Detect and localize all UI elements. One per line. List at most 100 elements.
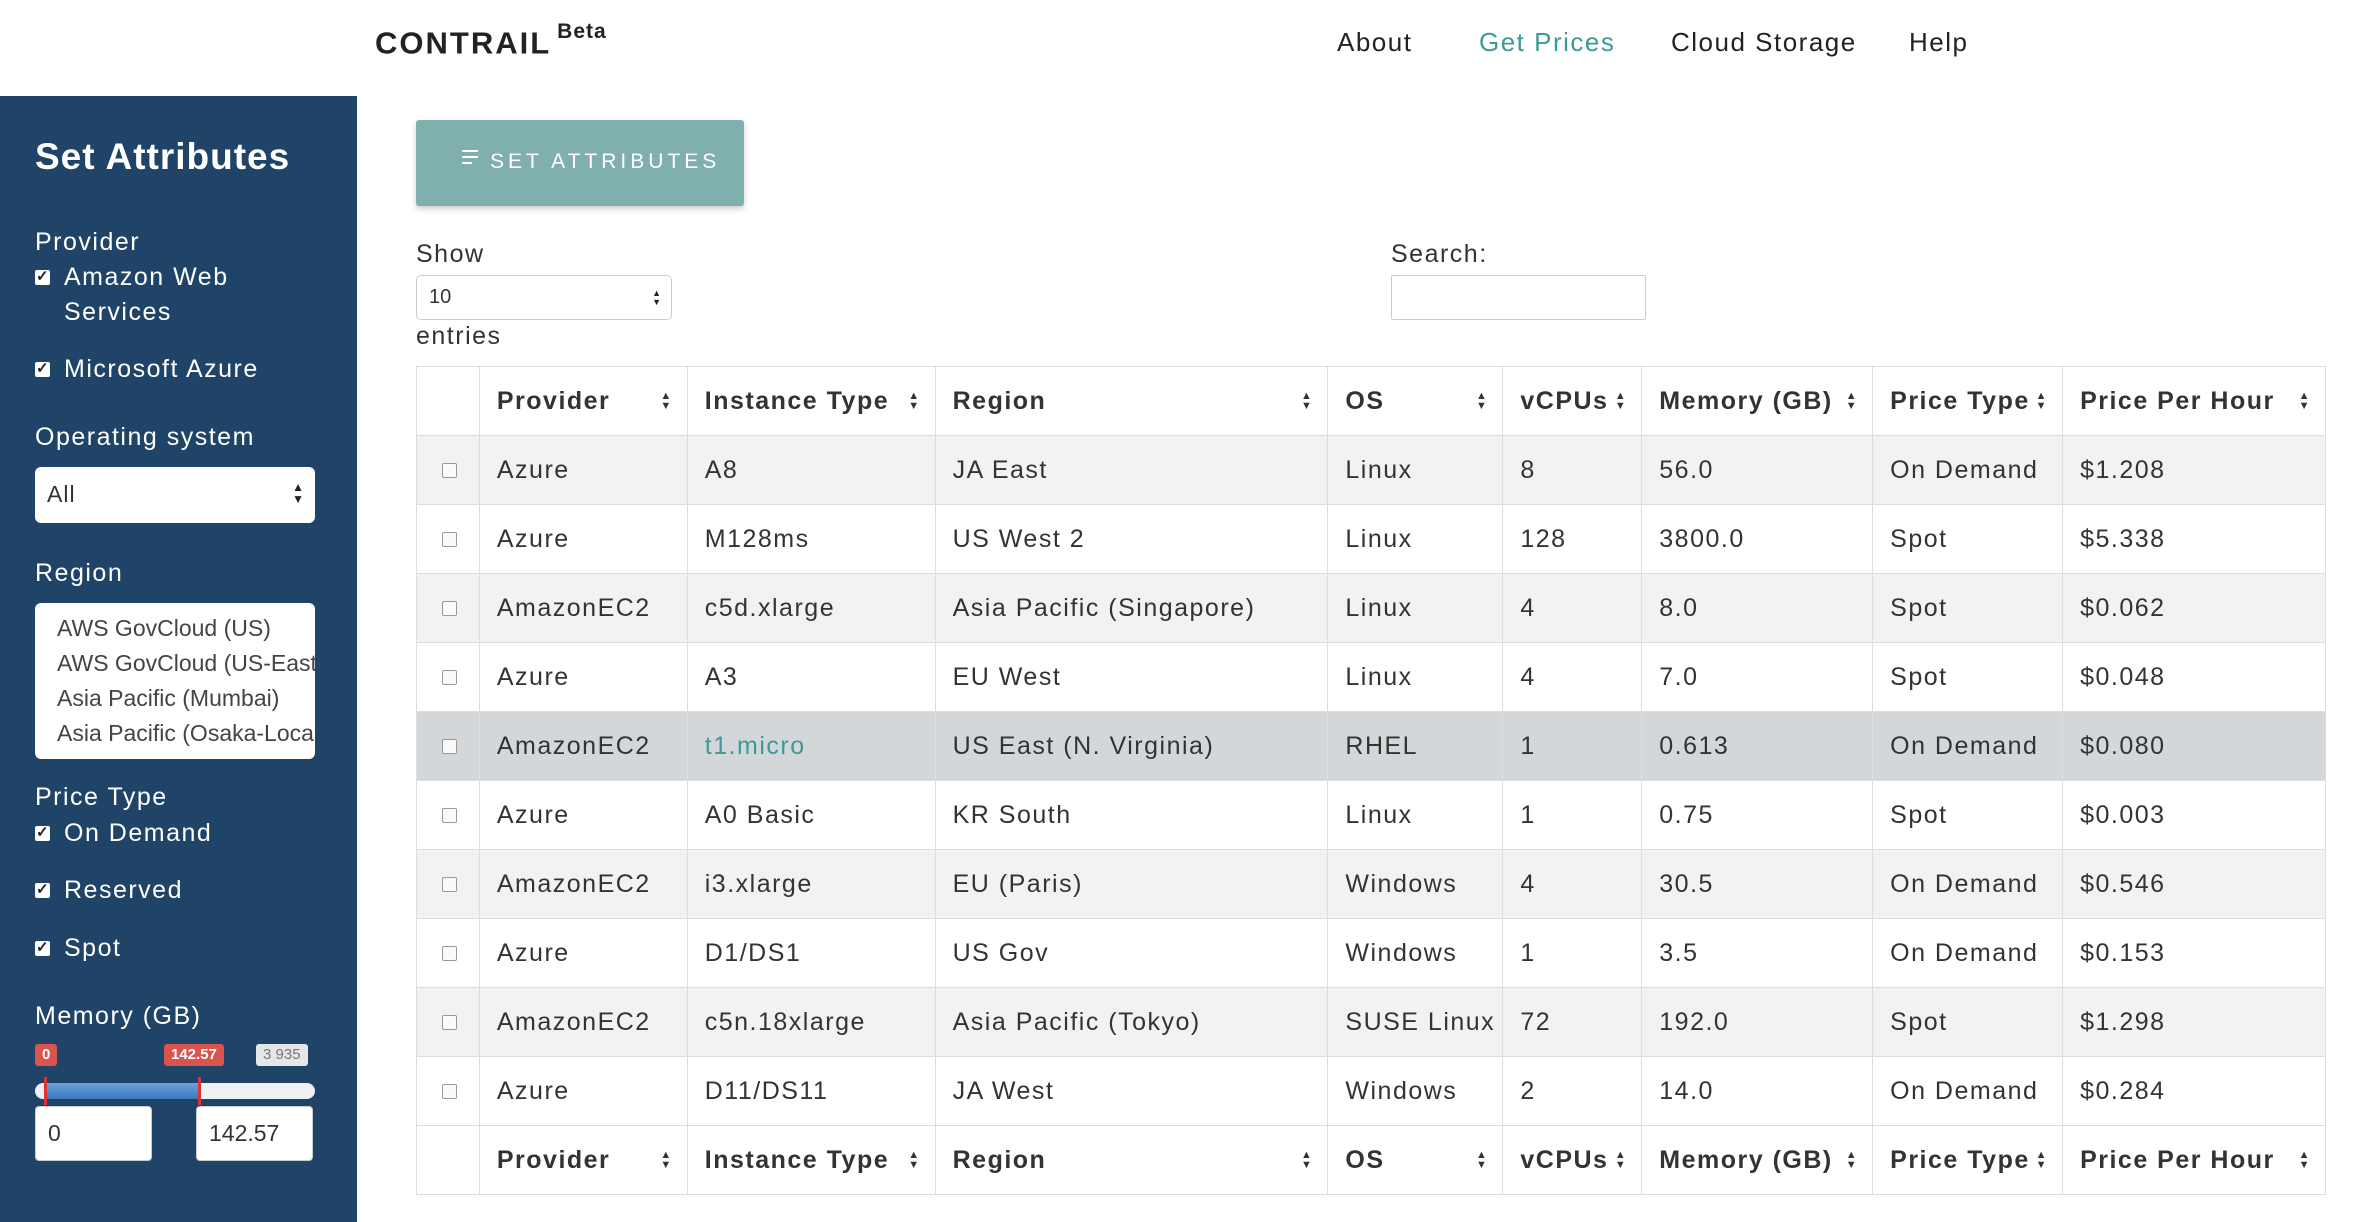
column-header-provider[interactable]: Provider ▲ ▼ xyxy=(478,366,688,436)
brand-logo[interactable]: CONTRAIL Beta xyxy=(375,20,607,61)
price-type-label: Price Type xyxy=(35,783,168,811)
sort-icon: ▲ ▼ xyxy=(908,390,921,412)
cell-vcpus: 8 xyxy=(1502,435,1643,505)
column-footer-memory[interactable]: Memory (GB) ▲ ▼ xyxy=(1641,1125,1874,1195)
price-on-demand-checkbox[interactable]: On Demand xyxy=(35,815,212,851)
os-select[interactable]: All ▲ ▼ xyxy=(35,467,315,523)
checkbox-checked-icon[interactable] xyxy=(35,930,50,965)
row-select-cell xyxy=(416,849,480,919)
nav-link-cloud-storage[interactable]: Cloud Storage xyxy=(1671,27,1857,58)
provider-aws-checkbox[interactable]: Amazon WebServices xyxy=(35,259,229,330)
memory-range-track[interactable] xyxy=(35,1083,315,1099)
nav-link-about[interactable]: About xyxy=(1337,27,1412,58)
price-reserved-checkbox[interactable]: Reserved xyxy=(35,872,183,908)
region-option[interactable]: AWS GovCloud (US) xyxy=(57,611,315,646)
region-option[interactable]: Asia Pacific (Mumbai) xyxy=(57,681,315,716)
cell-os: Windows xyxy=(1327,1056,1504,1126)
row-checkbox[interactable] xyxy=(441,877,457,893)
cell-os: RHEL xyxy=(1327,711,1504,781)
cell-price-type: Spot xyxy=(1872,780,2064,850)
row-checkbox[interactable] xyxy=(441,1084,457,1100)
table-row[interactable]: Azure D11/DS11 JA West Windows 2 14.0 On Deman… xyxy=(416,1056,2326,1126)
table-row[interactable]: Azure A0 Basic KR South Linux 1 0.75 Spot $0.00… xyxy=(416,780,2326,850)
table-row[interactable]: Azure M128ms US West 2 Linux 128 3800.0 Spot $5… xyxy=(416,504,2326,574)
prices-table: Provider ▲ ▼ Instance Type ▲ ▼ Region ▲ ▼ OS ▲ ▼… xyxy=(416,366,2326,1195)
cell-region: US East (N. Virginia) xyxy=(934,711,1329,781)
row-checkbox[interactable] xyxy=(441,946,457,962)
checkbox-checked-icon[interactable] xyxy=(35,351,50,386)
search-input[interactable] xyxy=(1391,275,1646,320)
nav-link-help[interactable]: Help xyxy=(1909,27,1968,58)
column-footer-instance-type[interactable]: Instance Type ▲ ▼ xyxy=(686,1125,936,1195)
row-checkbox[interactable] xyxy=(441,463,457,479)
cell-instance: A8 xyxy=(686,435,936,505)
column-footer-provider[interactable]: Provider ▲ ▼ xyxy=(478,1125,688,1195)
cell-provider: AmazonEC2 xyxy=(478,987,688,1057)
cell-provider: Azure xyxy=(478,1056,688,1126)
cell-region: KR South xyxy=(934,780,1329,850)
provider-azure-checkbox[interactable]: Microsoft Azure xyxy=(35,351,259,387)
nav-link-get-prices[interactable]: Get Prices xyxy=(1479,27,1615,58)
column-header-price-per-hour[interactable]: Price Per Hour ▲ ▼ xyxy=(2062,366,2326,436)
cell-price: $0.080 xyxy=(2062,711,2326,781)
row-checkbox[interactable] xyxy=(441,532,457,548)
column-footer-price-type[interactable]: Price Type ▲ ▼ xyxy=(1872,1125,2064,1195)
region-option[interactable]: Asia Pacific (Seoul) xyxy=(57,751,315,759)
row-checkbox[interactable] xyxy=(441,601,457,617)
attributes-sidebar: Set Attributes Provider Amazon WebServic… xyxy=(0,96,357,1222)
cell-region: US West 2 xyxy=(934,504,1329,574)
column-header-vcpus[interactable]: vCPUs ▲ ▼ xyxy=(1502,366,1643,436)
column-header-price-type[interactable]: Price Type ▲ ▼ xyxy=(1872,366,2064,436)
column-footer-region[interactable]: Region ▲ ▼ xyxy=(934,1125,1329,1195)
page-length-select[interactable]: 10 ▲ ▼ xyxy=(416,275,672,320)
sort-icon: ▲ ▼ xyxy=(1475,1149,1489,1171)
checkbox-checked-icon[interactable] xyxy=(35,259,50,294)
table-row[interactable]: Azure A8 JA East Linux 8 56.0 On Demand $1.208 xyxy=(416,435,2326,505)
column-footer-os[interactable]: OS ▲ ▼ xyxy=(1327,1125,1504,1195)
sort-icon: ▲ ▼ xyxy=(2298,1149,2311,1171)
cell-instance: c5d.xlarge xyxy=(686,573,936,643)
cell-memory: 192.0 xyxy=(1641,987,1874,1057)
column-header-region[interactable]: Region ▲ ▼ xyxy=(934,366,1329,436)
cell-memory: 7.0 xyxy=(1641,642,1874,712)
brand-name: CONTRAIL xyxy=(375,25,552,61)
column-footer-price-per-hour[interactable]: Price Per Hour ▲ ▼ xyxy=(2062,1125,2326,1195)
row-checkbox[interactable] xyxy=(441,808,457,824)
row-checkbox[interactable] xyxy=(441,739,457,755)
region-label: Region xyxy=(35,559,124,587)
checkbox-checked-icon[interactable] xyxy=(35,815,50,850)
row-checkbox[interactable] xyxy=(441,1015,457,1031)
checkbox-checked-icon[interactable] xyxy=(35,872,50,907)
provider-aws-label: Amazon Web Services xyxy=(64,263,229,326)
cell-provider: AmazonEC2 xyxy=(478,711,688,781)
sort-icon: ▲ ▼ xyxy=(1614,1149,1628,1171)
cell-vcpus: 4 xyxy=(1502,642,1643,712)
table-row[interactable]: AmazonEC2 c5n.18xlarge Asia Pacific (Tokyo… xyxy=(416,987,2326,1057)
select-column-header xyxy=(416,366,480,436)
memory-min-input[interactable]: 0 xyxy=(35,1106,152,1161)
region-option[interactable]: Asia Pacific (Osaka-Local) xyxy=(57,716,315,751)
cell-region: Asia Pacific (Tokyo) xyxy=(934,987,1329,1057)
column-header-os[interactable]: OS ▲ ▼ xyxy=(1327,366,1504,436)
cell-instance: A3 xyxy=(686,642,936,712)
column-header-instance-type[interactable]: Instance Type ▲ ▼ xyxy=(686,366,936,436)
row-checkbox[interactable] xyxy=(441,670,457,686)
set-attributes-button[interactable]: SET ATTRIBUTES xyxy=(416,120,744,206)
price-spot-checkbox[interactable]: Spot xyxy=(35,930,121,966)
cell-price-type: Spot xyxy=(1872,987,2064,1057)
memory-min-handle[interactable] xyxy=(44,1077,47,1105)
table-row[interactable]: AmazonEC2 t1.micro US East (N. Virginia) RH… xyxy=(416,711,2326,781)
cell-price-type: Spot xyxy=(1872,642,2064,712)
column-header-memory[interactable]: Memory (GB) ▲ ▼ xyxy=(1641,366,1874,436)
memory-max-handle[interactable] xyxy=(198,1077,201,1105)
region-option[interactable]: AWS GovCloud (US-East) xyxy=(57,646,315,681)
row-select-cell xyxy=(416,711,480,781)
region-multiselect[interactable]: AWS GovCloud (US) AWS GovCloud (US-East)… xyxy=(35,603,315,759)
table-row[interactable]: Azure D1/DS1 US Gov Windows 1 3.5 On Demand $0.… xyxy=(416,918,2326,988)
column-footer-vcpus[interactable]: vCPUs ▲ ▼ xyxy=(1502,1125,1643,1195)
memory-current-badge: 142.57 xyxy=(164,1044,224,1066)
table-row[interactable]: Azure A3 EU West Linux 4 7.0 Spot $0.048 xyxy=(416,642,2326,712)
memory-max-input[interactable]: 142.57 xyxy=(196,1106,313,1161)
table-row[interactable]: AmazonEC2 i3.xlarge EU (Paris) Windows 4 30.5… xyxy=(416,849,2326,919)
table-row[interactable]: AmazonEC2 c5d.xlarge Asia Pacific (Singapo… xyxy=(416,573,2326,643)
